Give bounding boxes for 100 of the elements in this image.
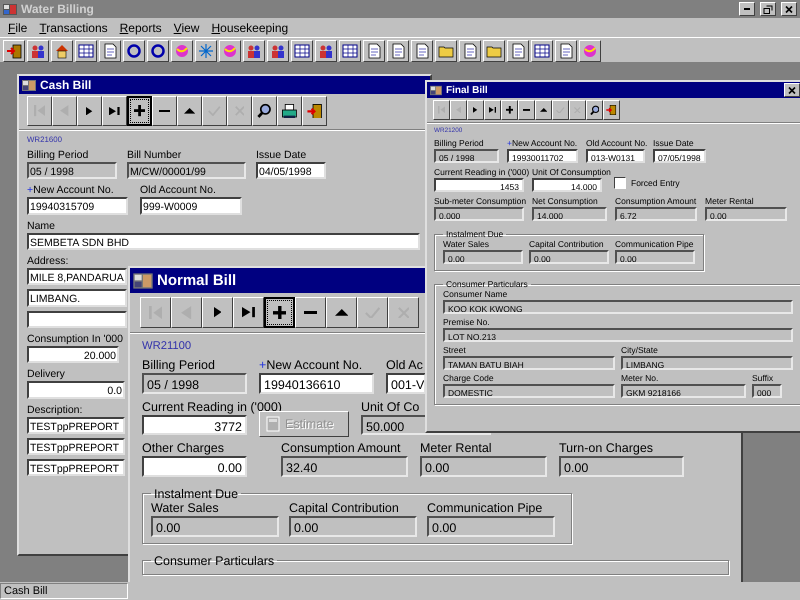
input-field[interactable]: LIMBANG. (27, 289, 127, 307)
field-label: Bill Number (127, 149, 182, 161)
ring-icon (126, 42, 142, 58)
plus-icon (134, 105, 146, 117)
restore-button[interactable] (760, 2, 776, 16)
read-only-field: LIMBANG (621, 356, 793, 370)
read-only-field: TAMAN BATU BIAH (443, 356, 615, 370)
field-label: Communication Pipe (615, 239, 694, 250)
house-icon (54, 42, 70, 58)
input-field[interactable]: MILE 8,PANDARUA (27, 268, 127, 286)
triangle-up-icon (540, 108, 548, 112)
menu-item[interactable]: Reports (114, 20, 168, 34)
minimize-icon (744, 8, 750, 10)
read-only-field: 0.00 (427, 516, 555, 536)
field-label: Description: (27, 404, 82, 416)
field-label: Billing Period (434, 138, 484, 148)
menu-item[interactable]: View (168, 20, 206, 34)
people-icon (318, 42, 334, 58)
read-only-field: 14.000 (532, 207, 607, 222)
field-label: Meter Rental (705, 196, 754, 206)
table-icon (342, 42, 358, 58)
people-icon (270, 42, 286, 58)
field-label: Water Sales (151, 500, 219, 515)
input-field[interactable]: 19940315709 (27, 197, 128, 215)
read-only-field: 05 / 1998 (27, 162, 117, 180)
last-record-icon (109, 106, 120, 116)
menu-item[interactable]: Transactions (33, 20, 114, 34)
minimize-button[interactable] (739, 2, 755, 16)
input-field[interactable]: 0.00 (142, 456, 247, 477)
field-label: Other Charges (142, 441, 224, 456)
input-field[interactable]: 999-W0009 (140, 197, 242, 215)
input-field[interactable]: 19930011702 (507, 149, 578, 164)
group-label: Consumer Particulars (153, 554, 276, 568)
input-field[interactable]: 20.000 (27, 346, 119, 364)
ball-icon (174, 42, 190, 58)
read-only-field: 6.72 (615, 207, 697, 222)
required-mark: + (507, 138, 512, 148)
document-icon (102, 42, 118, 58)
field-label: Capital Contribution (289, 500, 399, 515)
field-label: Old Ac (386, 358, 423, 372)
close-button[interactable] (781, 2, 797, 16)
input-field[interactable]: 001-V (386, 373, 426, 394)
field-label: Premise No. (443, 317, 490, 328)
read-only-field: 0.00 (151, 516, 279, 536)
field-label: Billing Period (27, 149, 88, 161)
minus-icon (522, 109, 530, 111)
input-field[interactable]: 04/05/1998 (256, 162, 326, 180)
read-only-field: 0.000 (434, 207, 524, 222)
field-label: Old Account No. (586, 138, 648, 148)
people-icon (30, 42, 46, 58)
checkbox[interactable] (614, 177, 626, 190)
status-text: Cash Bill (0, 583, 128, 599)
triangle-up-icon (334, 309, 348, 316)
toolbar-button[interactable] (127, 96, 152, 126)
input-field[interactable]: TESTppPREPORT (27, 438, 125, 456)
input-field[interactable] (27, 310, 127, 328)
minus-icon (304, 310, 318, 314)
input-field[interactable]: TESTppPREPORT (27, 416, 125, 434)
search-icon (257, 103, 272, 119)
input-field[interactable]: 1453 (434, 178, 524, 192)
field-label: Net Consumption (532, 196, 598, 206)
toolbar-button[interactable] (264, 297, 295, 328)
read-only-field: 0.00 (443, 250, 523, 264)
close-icon (787, 86, 797, 94)
input-field[interactable]: 0.0 (27, 381, 125, 398)
door-arrow-icon (606, 104, 617, 116)
field-label: Issue Date (653, 138, 694, 148)
input-field[interactable]: SEMBETA SDN BHD (27, 232, 420, 250)
last-record-icon (242, 307, 255, 318)
field-label: Charge Code (443, 373, 494, 384)
field-label: Unit Of Co (361, 400, 420, 414)
plus-icon (272, 306, 286, 320)
menu-item[interactable]: File (2, 20, 34, 34)
field-label: City/State (621, 345, 658, 356)
field-label: Unit Of Consumption (532, 167, 611, 178)
people-icon (246, 42, 262, 58)
close-button[interactable] (784, 83, 800, 97)
read-only-field: GKM 9218166 (621, 384, 746, 398)
door-arrow-icon (307, 104, 322, 118)
read-only-field: 0.00 (289, 516, 417, 536)
input-field[interactable]: 14.000 (532, 178, 602, 192)
field-label: Billing Period (142, 358, 215, 372)
printer-icon (282, 104, 297, 118)
field-label: Consumption In '000 (27, 332, 123, 345)
minus-icon (158, 110, 170, 112)
required-mark: + (27, 184, 34, 196)
input-field[interactable]: 013-W0131 (586, 149, 645, 164)
window-title: Final Bill (446, 84, 488, 96)
field-label: Current Reading in ('000) (434, 167, 530, 178)
table-icon (294, 42, 310, 58)
document-icon (366, 42, 382, 58)
document-icon (462, 42, 478, 58)
read-only-field: 05 / 1998 (434, 149, 499, 164)
document-icon (390, 42, 406, 58)
input-field[interactable]: 07/05/1998 (653, 149, 706, 164)
input-field[interactable]: 19940136610 (259, 373, 374, 394)
close-icon (784, 4, 794, 14)
menu-item[interactable]: Housekeeping (205, 20, 294, 34)
input-field[interactable]: 3772 (142, 414, 247, 436)
input-field[interactable]: TESTppPREPORT (27, 459, 125, 476)
